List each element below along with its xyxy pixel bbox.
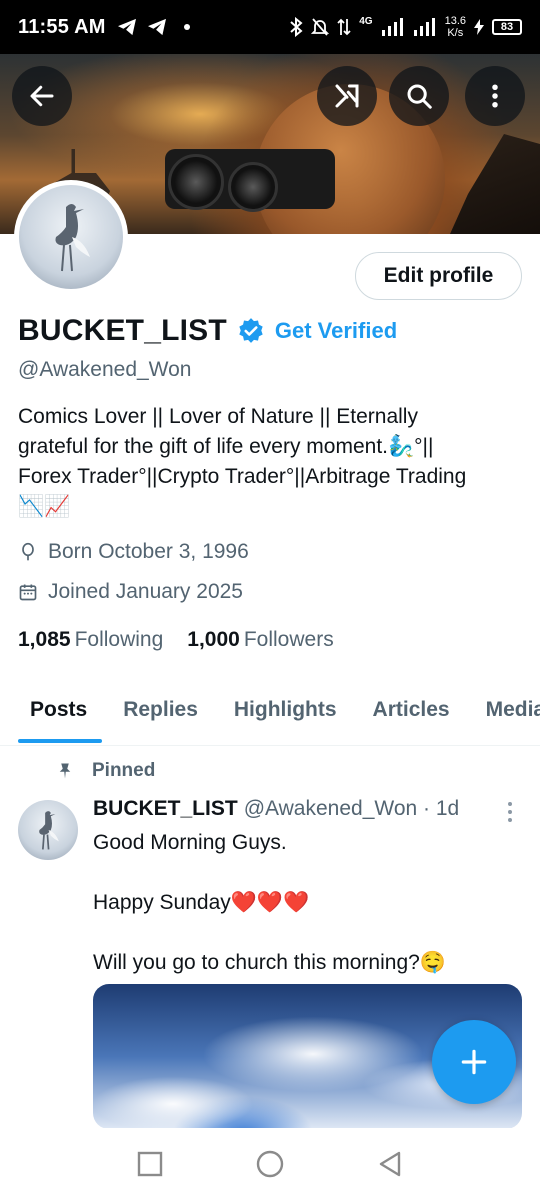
status-bar: 11:55 AM 4G 13.6 K/s 83 <box>0 0 540 54</box>
banner-lens <box>228 162 278 212</box>
telegram-icon <box>117 18 136 36</box>
post-header: BUCKET_LIST @Awakened_Won · 1d <box>93 797 459 821</box>
status-time: 11:55 AM <box>18 15 106 38</box>
pinned-label: Pinned <box>92 760 156 781</box>
display-name: BUCKET_LIST <box>18 314 227 347</box>
profile-tabs: Posts Replies Highlights Articles Media <box>0 680 540 746</box>
heron-icon <box>39 811 59 850</box>
search-button[interactable] <box>389 66 449 126</box>
edit-profile-button[interactable]: Edit profile <box>355 252 522 300</box>
home-button[interactable] <box>250 1144 290 1184</box>
profile-handle: @Awakened_Won <box>18 358 192 381</box>
more-vertical-icon <box>508 802 512 822</box>
tab-articles[interactable]: Articles <box>355 680 468 745</box>
born-date-row: Born October 3, 1996 <box>18 540 249 564</box>
notification-dot-icon <box>183 24 190 30</box>
post-paragraph: Happy Sunday❤️❤️❤️ <box>93 891 310 914</box>
net-speed-value: 13.6 <box>444 15 466 27</box>
followers-count: 1,000 <box>187 628 240 651</box>
telegram-icon <box>147 18 166 36</box>
joined-date-row: Joined January 2025 <box>18 580 243 604</box>
net-speed: 13.6 K/s <box>445 15 466 39</box>
post-body: Good Morning Guys. Happy Sunday❤️❤️❤️ Wi… <box>93 828 523 1008</box>
post-author-name[interactable]: BUCKET_LIST <box>93 797 238 821</box>
bluetooth-icon <box>290 17 303 37</box>
joined-date: Joined January 2025 <box>48 580 243 603</box>
bell-muted-icon <box>311 18 330 36</box>
follow-stats: 1,085 Following 1,000 Followers <box>18 628 334 652</box>
bio-line: grateful for the gift of life every mome… <box>18 435 434 458</box>
display-name-row: BUCKET_LIST Get Verified <box>18 314 397 348</box>
charging-icon <box>474 19 484 35</box>
post-author-meta: @Awakened_Won · 1d <box>243 797 460 820</box>
pin-icon <box>59 763 71 779</box>
grok-button[interactable] <box>317 66 377 126</box>
triangle-back-icon <box>379 1151 401 1177</box>
profile-avatar[interactable] <box>14 180 128 294</box>
post-author-avatar[interactable] <box>18 800 78 860</box>
compose-post-button[interactable] <box>432 1020 516 1104</box>
pinned-indicator: Pinned <box>56 760 155 782</box>
back-button[interactable] <box>12 66 72 126</box>
followers-label: Followers <box>243 628 334 651</box>
balloon-icon <box>22 542 34 561</box>
following-count: 1,085 <box>18 628 71 651</box>
grok-icon <box>335 84 359 108</box>
bio-line: 📉📈 <box>18 495 71 518</box>
signal-icon <box>413 18 435 36</box>
signal-icon <box>381 18 403 36</box>
post-paragraph: Good Morning Guys. <box>93 831 287 854</box>
heron-icon <box>55 204 90 272</box>
square-icon <box>137 1151 163 1177</box>
circle-icon <box>256 1150 284 1178</box>
network-label: 4G <box>359 15 373 27</box>
search-icon <box>407 84 432 109</box>
get-verified-link[interactable]: Get Verified <box>275 318 397 344</box>
net-speed-unit: K/s <box>447 27 464 39</box>
recent-apps-button[interactable] <box>130 1144 170 1184</box>
post-more-button[interactable] <box>500 800 520 824</box>
tab-replies[interactable]: Replies <box>105 680 216 745</box>
data-arrows-icon <box>337 18 351 36</box>
following-label: Following <box>74 628 164 651</box>
born-date: Born October 3, 1996 <box>48 540 249 563</box>
banner-rocks <box>450 134 540 234</box>
arrow-left-icon <box>30 85 54 107</box>
status-left-icons <box>116 18 190 36</box>
bio-line: Comics Lover || Lover of Nature || Etern… <box>18 405 418 428</box>
active-tab-indicator <box>18 739 102 743</box>
tab-posts[interactable]: Posts <box>0 680 105 745</box>
following-link[interactable]: 1,085 Following <box>18 628 163 652</box>
plus-icon <box>461 1049 487 1075</box>
followers-link[interactable]: 1,000 Followers <box>187 628 333 652</box>
profile-bio: Comics Lover || Lover of Nature || Etern… <box>18 402 528 522</box>
status-right: 4G 13.6 K/s 83 <box>289 15 522 39</box>
banner-lens <box>168 154 224 210</box>
system-back-button[interactable] <box>370 1144 410 1184</box>
tab-media[interactable]: Media <box>468 680 540 745</box>
calendar-icon <box>19 584 37 601</box>
avatar-image <box>19 185 123 289</box>
system-navigation-bar <box>0 1128 540 1200</box>
post-paragraph: Will you go to church this morning?🤤 <box>93 951 446 974</box>
bio-line: Forex Trader°||Crypto Trader°||Arbitrage… <box>18 465 467 488</box>
verified-badge-icon <box>239 318 263 343</box>
more-vertical-icon <box>492 84 498 108</box>
tab-highlights[interactable]: Highlights <box>216 680 355 745</box>
more-options-button[interactable] <box>465 66 525 126</box>
battery-indicator: 83 <box>492 19 522 35</box>
